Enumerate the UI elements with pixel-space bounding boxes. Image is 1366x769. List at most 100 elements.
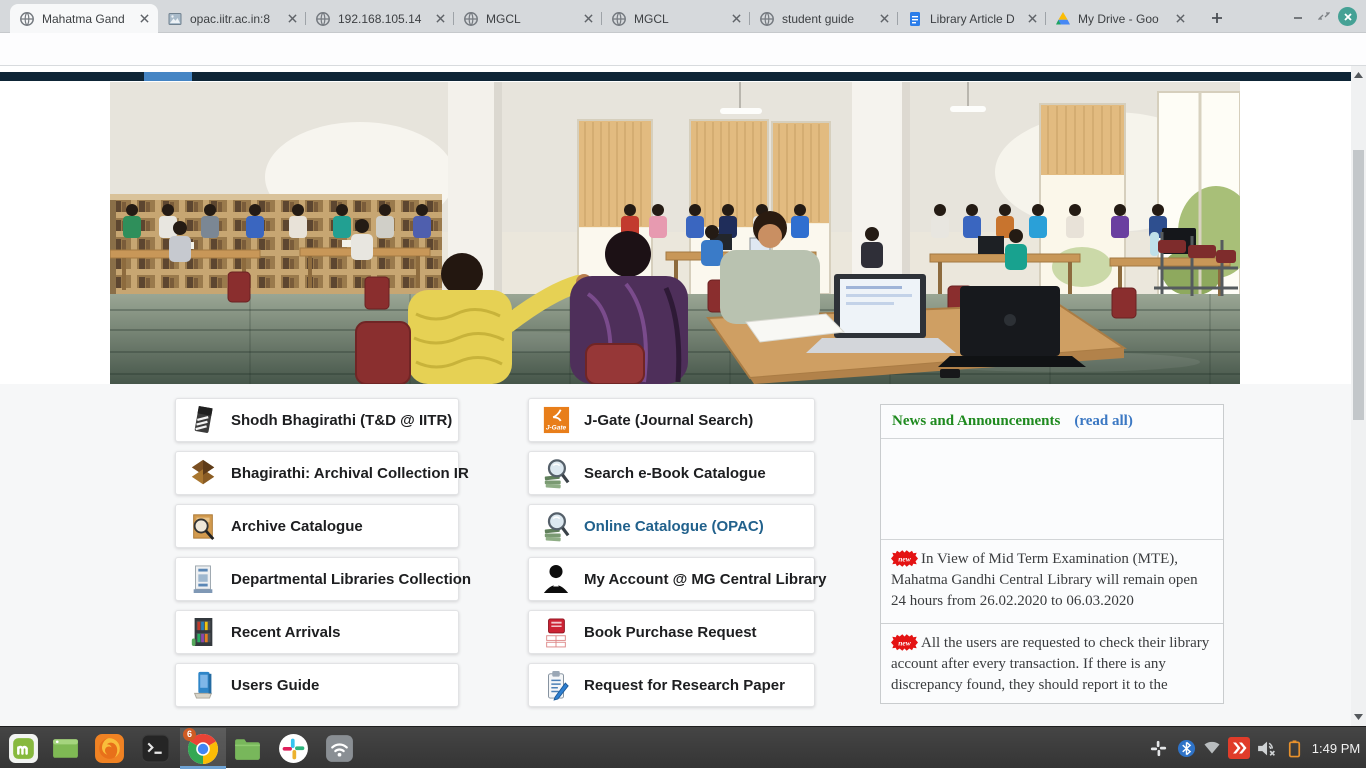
link-book-purchase[interactable]: Book Purchase Request xyxy=(528,610,815,654)
scroll-up-icon[interactable] xyxy=(1354,71,1363,80)
user-account-icon xyxy=(542,562,570,596)
slack-tray-icon[interactable] xyxy=(1146,735,1170,761)
page-scrollbar[interactable] xyxy=(1351,66,1366,726)
read-all-link[interactable]: (read all) xyxy=(1074,413,1132,430)
archive-search-icon xyxy=(189,509,217,543)
archive-boxes-icon xyxy=(189,456,217,490)
guide-standee-icon xyxy=(189,668,217,702)
link-label: Search e-Book Catalogue xyxy=(584,465,766,482)
browser-toolbar: Not secure mgcl.iitr.ac.in G xyxy=(0,33,1366,66)
tab-title: My Drive - Goo xyxy=(1078,12,1172,26)
close-tab-icon[interactable] xyxy=(876,11,892,27)
globe-icon xyxy=(19,11,35,27)
red-notifier-tray-icon[interactable] xyxy=(1227,735,1251,761)
link-recent-arrivals[interactable]: Recent Arrivals xyxy=(175,610,459,654)
new-tab-button[interactable] xyxy=(1206,7,1228,29)
volume-muted-tray-icon[interactable] xyxy=(1254,735,1278,761)
wifi-settings-icon xyxy=(324,733,355,764)
jgate-icon: J-Gate xyxy=(542,403,570,437)
tab-library-article[interactable]: Library Article D xyxy=(898,4,1046,33)
close-tab-icon[interactable] xyxy=(136,11,152,27)
tab-title: Library Article D xyxy=(930,12,1024,26)
tab-ip-address[interactable]: 192.168.105.14 xyxy=(306,4,454,33)
link-label: J-Gate (Journal Search) xyxy=(584,412,753,429)
close-tab-icon[interactable] xyxy=(284,11,300,27)
news-panel: News and Announcements (read all) newIn … xyxy=(880,404,1224,704)
show-desktop-button[interactable] xyxy=(46,731,84,765)
link-shodh-bhagirathi[interactable]: Shodh Bhagirathi (T&D @ IITR) xyxy=(175,398,459,442)
tab-my-drive[interactable]: My Drive - Goo xyxy=(1046,4,1194,33)
firefox-button[interactable] xyxy=(90,731,128,765)
close-tab-icon[interactable] xyxy=(728,11,744,27)
tab-title: student guide xyxy=(782,12,876,26)
google-drive-icon xyxy=(1055,11,1071,27)
library-photo xyxy=(110,82,1240,384)
thesis-book-icon xyxy=(189,403,217,437)
new-badge-icon: new xyxy=(891,550,918,567)
terminal-icon xyxy=(140,733,171,764)
image-icon xyxy=(167,11,183,27)
link-label: Online Catalogue (OPAC) xyxy=(584,518,764,535)
link-ebook-catalogue[interactable]: Search e-Book Catalogue xyxy=(528,451,815,495)
link-departmental-libraries[interactable]: Departmental Libraries Collection xyxy=(175,557,459,601)
close-tab-icon[interactable] xyxy=(1024,11,1040,27)
scroll-down-icon[interactable] xyxy=(1354,712,1363,721)
mint-logo-icon xyxy=(8,733,39,764)
slack-icon xyxy=(278,733,309,764)
globe-icon xyxy=(611,11,627,27)
network-manager-button[interactable] xyxy=(320,731,358,765)
link-label: My Account @ MG Central Library xyxy=(584,571,826,588)
site-nav-active-item[interactable] xyxy=(144,72,192,81)
globe-icon xyxy=(463,11,479,27)
news-item-text: In View of Mid Term Examination (MTE), M… xyxy=(891,551,1198,609)
files-button[interactable] xyxy=(228,731,266,765)
desktop-icon xyxy=(50,733,81,764)
taskbar: 6 1:49 PM xyxy=(0,726,1366,768)
close-tab-icon[interactable] xyxy=(580,11,596,27)
bookshelf-icon xyxy=(189,615,217,649)
clipboard-pencil-icon xyxy=(542,668,570,702)
tab-title: opac.iitr.ac.in:8 xyxy=(190,12,284,26)
mint-menu-button[interactable] xyxy=(4,731,42,765)
close-window-button[interactable] xyxy=(1338,7,1357,26)
close-tab-icon[interactable] xyxy=(1172,11,1188,27)
tab-title: Mahatma Gand xyxy=(42,12,136,26)
link-users-guide[interactable]: Users Guide xyxy=(175,663,459,707)
link-label: Archive Catalogue xyxy=(231,518,363,535)
minimize-button[interactable] xyxy=(1288,6,1308,26)
browser-tab-strip: Mahatma Gand opac.iitr.ac.in:8 192.168.1… xyxy=(0,0,1366,33)
link-label: Bhagirathi: Archival Collection IR xyxy=(231,465,469,482)
site-nav-bar xyxy=(0,72,1351,81)
chrome-taskbar-button[interactable]: 6 xyxy=(180,728,226,769)
link-label: Users Guide xyxy=(231,677,319,694)
news-header: News and Announcements (read all) xyxy=(881,405,1223,439)
scrollbar-thumb[interactable] xyxy=(1353,150,1364,420)
globe-icon xyxy=(759,11,775,27)
taskbar-clock[interactable]: 1:49 PM xyxy=(1310,727,1362,769)
tab-student-guide[interactable]: student guide xyxy=(750,4,898,33)
restore-button[interactable] xyxy=(1314,6,1334,26)
link-archive-catalogue[interactable]: Archive Catalogue xyxy=(175,504,459,548)
link-my-account[interactable]: My Account @ MG Central Library xyxy=(528,557,815,601)
link-label: Book Purchase Request xyxy=(584,624,757,641)
page-viewport: Shodh Bhagirathi (T&D @ IITR) Bhagirathi… xyxy=(0,66,1351,726)
tab-mgcl-1[interactable]: MGCL xyxy=(454,4,602,33)
link-research-paper-request[interactable]: Request for Research Paper xyxy=(528,663,815,707)
link-jgate[interactable]: J-Gate J-Gate (Journal Search) xyxy=(528,398,815,442)
link-opac[interactable]: Online Catalogue (OPAC) xyxy=(528,504,815,548)
slack-button[interactable] xyxy=(274,731,312,765)
bluetooth-tray-icon[interactable] xyxy=(1174,735,1198,761)
tab-mahatma-gandhi[interactable]: Mahatma Gand xyxy=(10,4,158,33)
wifi-tray-icon[interactable] xyxy=(1200,735,1224,761)
tab-title: 192.168.105.14 xyxy=(338,12,432,26)
news-title: News and Announcements xyxy=(892,413,1060,430)
close-tab-icon[interactable] xyxy=(432,11,448,27)
battery-tray-icon[interactable] xyxy=(1282,735,1306,761)
tab-mgcl-2[interactable]: MGCL xyxy=(602,4,750,33)
terminal-button[interactable] xyxy=(136,731,174,765)
news-item: newAll the users are requested to check … xyxy=(881,624,1223,704)
tab-opac[interactable]: opac.iitr.ac.in:8 xyxy=(158,4,306,33)
link-archival-collection[interactable]: Bhagirathi: Archival Collection IR xyxy=(175,451,459,495)
link-label: Request for Research Paper xyxy=(584,677,785,694)
tab-title: MGCL xyxy=(634,12,728,26)
